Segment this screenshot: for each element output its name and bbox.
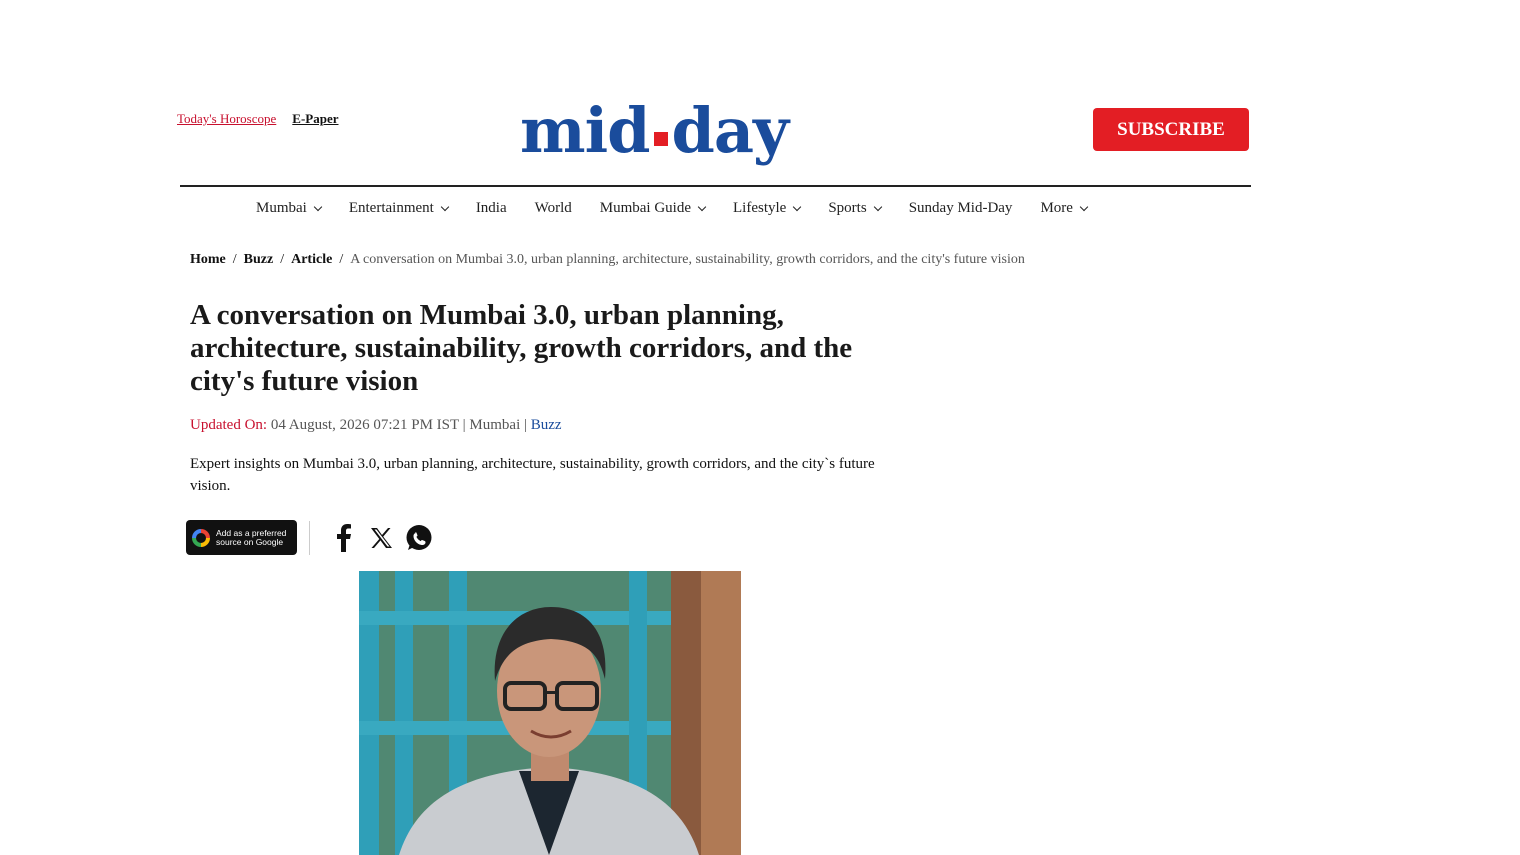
subscribe-button[interactable]: SUBSCRIBE [1093,108,1249,151]
share-divider [309,520,310,555]
nav-item-label: More [1040,200,1073,216]
epaper-link[interactable]: E-Paper [292,111,338,127]
breadcrumb-current: A conversation on Mumbai 3.0, urban plan… [350,252,1025,267]
nav-item-label: Sunday Mid-Day [908,200,1013,216]
nav-item-entertainment[interactable]: Entertainment [348,200,450,217]
breadcrumb: Home / Buzz / Article / A conversation o… [190,252,1025,268]
chevron-down-icon [697,202,707,212]
google-preferred-source-button[interactable]: Add as a preferred source on Google [186,520,297,555]
category-link[interactable]: Buzz [531,417,562,433]
header-divider [180,185,1251,187]
breadcrumb-section[interactable]: Buzz [244,252,274,268]
logo-text-left: mid [520,94,651,167]
site-logo[interactable]: mid day [520,94,790,167]
nav-item-lifestyle[interactable]: Lifestyle [733,200,802,217]
x-icon[interactable] [366,523,396,553]
nav-item-sunday-mid-day[interactable]: Sunday Mid-Day [909,200,1013,217]
chevron-down-icon [1079,202,1089,212]
logo-text-right: day [671,94,790,167]
main-nav: Mumbai Entertainment India World Mumbai … [256,200,1115,217]
nav-item-label: Mumbai Guide [599,200,692,216]
person-photo-illustration [359,571,741,855]
chevron-down-icon [873,202,882,212]
chevron-down-icon [313,202,323,212]
nav-item-label: Lifestyle [733,200,787,216]
google-icon [192,528,210,547]
nav-item-mumbai-guide[interactable]: Mumbai Guide [599,200,707,217]
article-headline: A conversation on Mumbai 3.0, urban plan… [190,299,853,397]
google-badge-line2: source on Google [216,536,284,547]
google-badge-text: Add as a preferred source on Google [216,528,286,547]
nav-item-label: India [475,200,507,216]
article-summary: Expert insights on Mumbai 3.0, urban pla… [190,456,875,494]
nav-item-sports[interactable]: Sports [828,200,882,217]
chevron-down-icon [793,202,802,212]
nav-item-label: Sports [828,200,867,216]
chevron-down-icon [440,202,450,212]
nav-item-more[interactable]: More [1040,200,1089,217]
breadcrumb-home[interactable]: Home [190,252,226,268]
whatsapp-icon[interactable] [404,523,434,553]
article-meta: Updated On: 04 August, 2026 07:21 PM IST… [190,417,562,434]
nav-item-mumbai[interactable]: Mumbai [256,200,323,217]
facebook-icon[interactable] [328,523,358,553]
article-photo [359,571,741,855]
nav-item-world[interactable]: World [535,200,572,217]
updated-value: 04 August, 2026 07:21 PM IST | Mumbai | [270,417,527,433]
nav-item-label: Mumbai [256,200,307,216]
breadcrumb-separator: / [280,252,285,267]
breadcrumb-type[interactable]: Article [291,252,332,268]
share-bar: Add as a preferred source on Google [186,520,442,555]
logo-dot [653,132,668,146]
nav-item-label: World [534,200,572,216]
breadcrumb-separator: / [339,252,344,267]
breadcrumb-separator: / [232,252,237,267]
top-links: Today's Horoscope E-Paper [177,111,339,127]
updated-label: Updated On: [190,417,268,433]
nav-item-india[interactable]: India [476,200,507,217]
nav-item-label: Entertainment [348,200,434,216]
horoscope-link[interactable]: Today's Horoscope [177,111,276,127]
